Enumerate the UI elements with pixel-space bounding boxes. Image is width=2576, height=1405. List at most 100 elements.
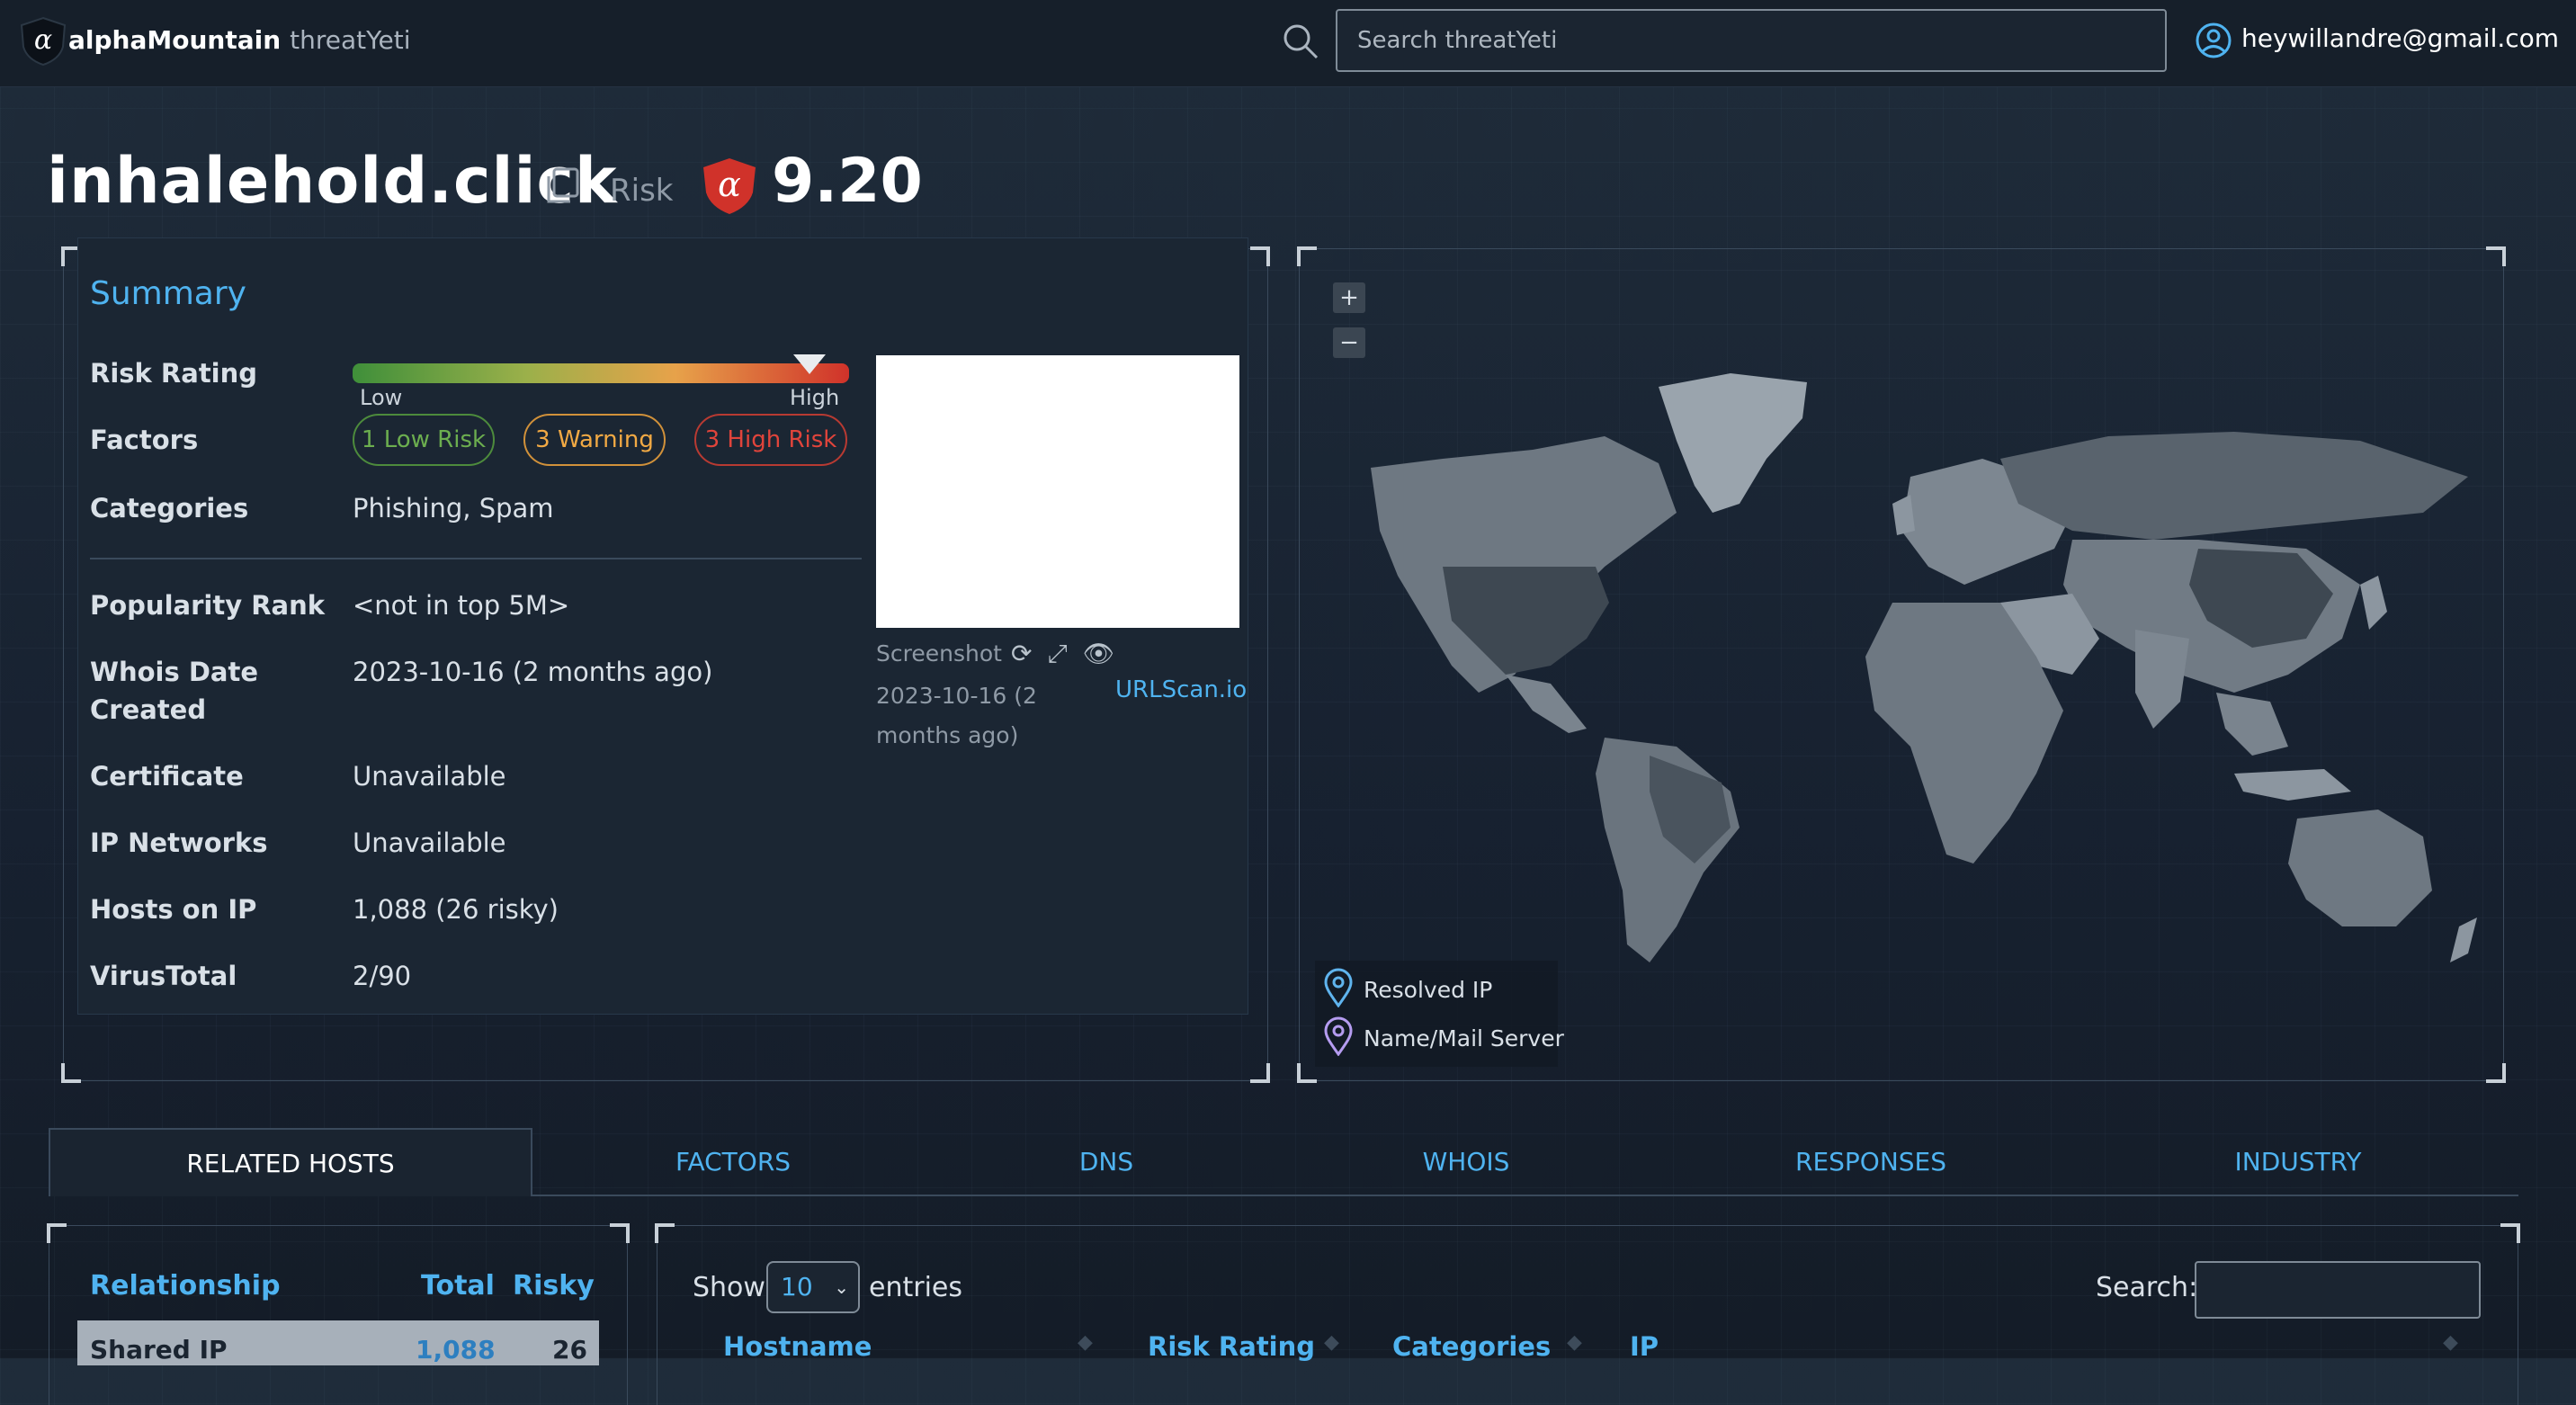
map-region-southeast-asia	[2216, 693, 2288, 756]
frame-corner	[2500, 1223, 2520, 1243]
summary-heading: Summary	[90, 275, 246, 312]
user-email[interactable]: heywillandre@gmail.com	[2241, 23, 2559, 53]
whois-date-value: 2023-10-16 (2 months ago)	[353, 657, 713, 687]
map-region-greenland	[1659, 373, 1807, 513]
categories-label: Categories	[90, 493, 249, 524]
frame-corner	[2486, 1063, 2506, 1083]
map-region-russia	[2000, 432, 2468, 540]
legend-name-mail-server: Name/Mail Server	[1364, 1025, 1564, 1052]
risky-header: Risky	[513, 1270, 595, 1302]
frame-corner	[47, 1223, 67, 1243]
total-header: Total	[421, 1270, 495, 1302]
frame-corner	[61, 1063, 81, 1083]
table-search-label: Search:	[2096, 1272, 2198, 1303]
screenshot-caption: Screenshot	[876, 640, 1002, 667]
map-region-japan	[2360, 576, 2387, 630]
risk-gauge	[353, 363, 849, 383]
svg-text:α: α	[718, 165, 741, 204]
virustotal-label: VirusTotal	[90, 961, 237, 991]
column-hostname[interactable]: Hostname	[723, 1331, 872, 1362]
expand-icon[interactable]: ⤢	[1047, 639, 1067, 668]
risk-score: 9.20	[772, 146, 923, 217]
copy-icon[interactable]	[541, 166, 583, 207]
warning-badge[interactable]: 3 Warning	[523, 414, 666, 466]
hosts-on-ip-value: 1,088 (26 risky)	[353, 894, 559, 925]
map-region-central-america	[1506, 675, 1587, 733]
site-screenshot[interactable]	[876, 355, 1239, 628]
certificate-value: Unavailable	[353, 761, 506, 792]
tab-responses[interactable]: RESPONSES	[1736, 1128, 2006, 1196]
page-size-select[interactable]: 10 ⌄	[766, 1261, 860, 1313]
alphamountain-logo-icon[interactable]: α	[20, 16, 67, 67]
svg-text:α: α	[34, 24, 52, 56]
frame-corner	[1250, 1063, 1270, 1083]
column-ip[interactable]: IP	[1630, 1331, 1659, 1362]
show-label: Show	[693, 1272, 765, 1303]
whois-date-label: Whois Date Created	[90, 657, 259, 725]
sort-icon[interactable]: ◆	[1078, 1331, 1093, 1354]
frame-corner	[655, 1223, 675, 1243]
certificate-label: Certificate	[90, 761, 244, 792]
screenshot-actions: ⟳ ⤢ 👁	[1011, 639, 1114, 669]
user-account-icon[interactable]	[2195, 22, 2232, 59]
column-categories[interactable]: Categories	[1392, 1331, 1551, 1362]
world-map[interactable]	[1299, 243, 2500, 1052]
table-search-input[interactable]	[2195, 1261, 2481, 1319]
ip-networks-value: Unavailable	[353, 828, 506, 858]
summary-divider	[90, 558, 862, 559]
map-region-new-zealand	[2450, 917, 2477, 962]
popularity-rank-label: Popularity Rank	[90, 590, 326, 621]
refresh-icon[interactable]: ⟳	[1011, 639, 1032, 668]
sort-icon[interactable]: ◆	[2443, 1331, 2458, 1354]
eye-icon[interactable]: 👁	[1083, 639, 1115, 668]
high-risk-badge[interactable]: 3 High Risk	[694, 414, 847, 466]
legend-resolved-ip: Resolved IP	[1364, 977, 1493, 1003]
relationship-panel-frame	[47, 1223, 630, 1405]
relationship-header: Relationship	[90, 1270, 281, 1302]
map-zoom-out-button[interactable]: −	[1333, 327, 1365, 358]
map-region-australia	[2288, 810, 2432, 926]
search-icon[interactable]	[1281, 22, 1320, 61]
map-region-indonesia	[2234, 769, 2351, 801]
screenshot-date: 2023-10-16 (2 months ago)	[876, 683, 1037, 748]
frame-corner	[1250, 246, 1270, 266]
urlscan-link[interactable]: URLScan.io	[1115, 676, 1247, 703]
map-region-india	[2135, 630, 2189, 729]
total-cell-link[interactable]: 1,088	[416, 1335, 496, 1365]
categories-value: Phishing, Spam	[353, 493, 554, 524]
frame-corner	[610, 1223, 630, 1243]
gauge-high-label: High	[790, 385, 840, 410]
page-title: inhalehold.click	[47, 144, 618, 218]
risk-label: Risk	[610, 173, 674, 209]
sort-icon[interactable]: ◆	[1324, 1331, 1339, 1354]
ip-networks-label: IP Networks	[90, 828, 268, 858]
gauge-low-label: Low	[360, 385, 403, 410]
sort-icon[interactable]: ◆	[1567, 1331, 1582, 1354]
frame-corner	[1297, 1063, 1317, 1083]
low-risk-badge[interactable]: 1 Low Risk	[353, 414, 495, 466]
virustotal-value: 2/90	[353, 961, 412, 991]
tab-factors[interactable]: FACTORS	[612, 1128, 854, 1196]
tab-related-hosts[interactable]: RELATED HOSTS	[49, 1128, 532, 1196]
risky-cell: 26	[552, 1335, 587, 1365]
brand-name[interactable]: alphaMountain threatYeti	[68, 25, 411, 55]
risk-shield-icon: α	[703, 158, 756, 214]
page-size-value: 10	[781, 1272, 813, 1302]
tab-whois[interactable]: WHOIS	[1376, 1128, 1556, 1196]
tab-dns[interactable]: DNS	[1016, 1128, 1196, 1196]
resolved-ip-pin-icon	[1324, 968, 1353, 1007]
tab-industry[interactable]: INDUSTRY	[2177, 1128, 2419, 1196]
name-server-pin-icon	[1324, 1016, 1353, 1056]
risk-rating-label: Risk Rating	[90, 358, 258, 389]
search-input[interactable]: Search threatYeti	[1336, 9, 2167, 72]
brand-company: alphaMountain	[68, 25, 282, 55]
popularity-rank-value: <not in top 5M>	[353, 590, 570, 621]
chevron-down-icon: ⌄	[834, 1276, 849, 1298]
hosts-on-ip-label: Hosts on IP	[90, 894, 257, 925]
relationship-cell: Shared IP	[90, 1335, 228, 1365]
column-risk-rating[interactable]: Risk Rating	[1148, 1331, 1315, 1362]
map-zoom-in-button[interactable]: +	[1333, 282, 1365, 313]
brand-product: threatYeti	[290, 25, 411, 55]
entries-label: entries	[869, 1272, 962, 1303]
risk-gauge-marker	[792, 354, 826, 374]
